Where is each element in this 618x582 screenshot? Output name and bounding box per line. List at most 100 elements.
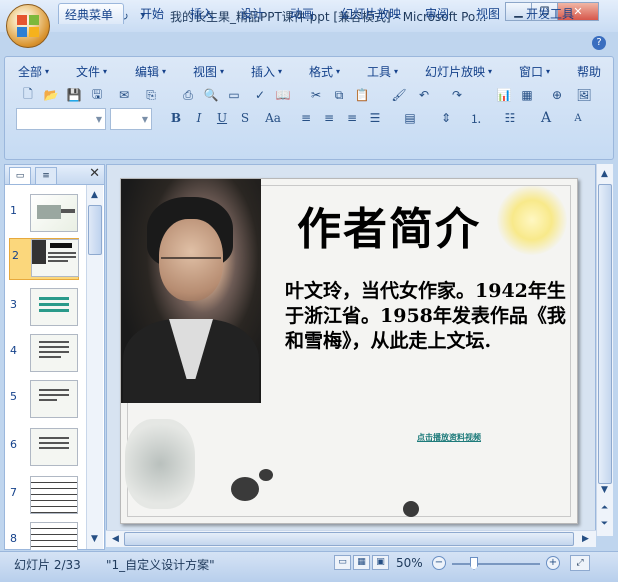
numbering-icon[interactable]: ⒈ (466, 108, 486, 128)
shadow-button[interactable]: S (235, 108, 255, 128)
office-button[interactable] (6, 4, 50, 48)
scroll-thumb[interactable] (598, 184, 612, 484)
scroll-down-icon[interactable]: ▼ (597, 482, 612, 497)
theme-name: "1_自定义设计方案" (106, 558, 215, 572)
line-spacing-icon[interactable]: ⇕ (436, 108, 456, 128)
redo-icon[interactable]: ↷ (447, 85, 467, 105)
change-case-button[interactable]: Aa (260, 108, 286, 128)
slideshow-view-icon[interactable]: ▣ (372, 555, 389, 570)
slides-tab[interactable]: ▭ (9, 167, 31, 184)
insert-table-icon[interactable]: ▦ (517, 85, 537, 105)
play-video-link[interactable]: 点击播放资料视频 (417, 432, 481, 443)
insert-chart-icon[interactable]: 📊 (494, 85, 514, 105)
tab-animation[interactable]: 动画 (284, 3, 320, 24)
undo-icon[interactable]: ↶ (414, 85, 434, 105)
zoom-out-button[interactable]: − (432, 556, 446, 570)
font-name-combo[interactable]: ▼ (16, 108, 106, 130)
underline-button[interactable]: U (212, 108, 232, 128)
outline-tab[interactable]: ≡ (35, 167, 57, 184)
print-preview-icon[interactable]: 🔍 (201, 85, 221, 105)
slide-thumbnail[interactable]: 6 (6, 428, 94, 468)
research-icon[interactable]: 📖 (273, 85, 293, 105)
bold-button[interactable]: B (166, 108, 186, 128)
menu-edit[interactable]: 编辑 ▾ (135, 62, 166, 80)
print-icon[interactable]: ⎙ (178, 85, 198, 105)
slide-thumbnail[interactable]: 7 (6, 476, 94, 516)
justify-icon[interactable]: ☰ (365, 108, 385, 128)
menu-all[interactable]: 全部 ▾ (18, 62, 49, 80)
email-icon[interactable]: ✉ (114, 85, 134, 105)
tab-insert[interactable]: 插入 (184, 3, 220, 24)
slide-thumbnail[interactable]: 8 (6, 522, 94, 550)
menu-format[interactable]: 格式 ▾ (309, 62, 340, 80)
shrink-font-button[interactable]: A (568, 108, 588, 128)
menu-slideshow[interactable]: 幻灯片放映 ▾ (425, 62, 492, 80)
zoom-level[interactable]: 50% (396, 556, 423, 570)
previous-slide-icon[interactable]: ⏶ (597, 500, 612, 515)
tab-review[interactable]: 审阅 (419, 3, 455, 24)
menu-help[interactable]: 帮助 (577, 62, 601, 80)
thumbnail-image (30, 194, 78, 232)
copy-icon[interactable]: ⧉ (329, 85, 349, 105)
status-bar (0, 551, 618, 582)
grow-font-button[interactable]: A (536, 108, 556, 128)
tab-design[interactable]: 设计 (234, 3, 270, 24)
open-folder-icon[interactable]: 📂 (41, 85, 61, 105)
tab-slideshow[interactable]: 幻灯片放映 (335, 3, 407, 24)
menu-insert[interactable]: 插入 ▾ (251, 62, 282, 80)
align-right-icon[interactable]: ≡ (342, 108, 362, 128)
scroll-left-icon[interactable]: ◀ (108, 531, 123, 546)
zoom-in-button[interactable]: + (546, 556, 560, 570)
menu-view[interactable]: 视图 ▾ (193, 62, 224, 80)
menu-tools[interactable]: 工具 ▾ (367, 62, 398, 80)
close-pane-icon[interactable]: ✕ (89, 166, 100, 181)
slide-number: 8 (10, 532, 17, 545)
tab-developer[interactable]: 开发工具 (520, 3, 580, 24)
ink-blot-decoration (231, 477, 259, 501)
zoom-slider-track[interactable] (452, 563, 540, 565)
scroll-right-icon[interactable]: ▶ (578, 531, 593, 546)
scroll-thumb[interactable] (124, 532, 574, 546)
slide-title[interactable]: 作者简介 (297, 193, 481, 257)
new-document-icon[interactable]: 🗋 (18, 85, 38, 105)
cut-icon[interactable]: ✂ (306, 85, 326, 105)
slide-body-text[interactable]: 叶文玲，当代女作家。1942年生于浙江省。1958年发表作品《我和雪梅》，从此走… (285, 279, 571, 354)
format-painter-icon[interactable]: 🖌 (389, 85, 409, 105)
tab-view[interactable]: 视图 (470, 3, 506, 24)
slide-thumbnail-selected[interactable]: 2 (9, 238, 79, 280)
vertical-scrollbar[interactable]: ▲ ▼ ⏶ ⏷ (596, 164, 613, 536)
hyperlink-icon[interactable]: ⊕ (547, 85, 567, 105)
align-center-icon[interactable]: ≡ (319, 108, 339, 128)
horizontal-scrollbar[interactable]: ◀ ▶ (106, 530, 596, 547)
publish-icon[interactable]: ⎘ (141, 85, 161, 105)
tab-classic-menu[interactable]: 经典菜单 (58, 3, 124, 24)
slide-view-icon[interactable]: ▭ (224, 85, 244, 105)
insert-picture-icon[interactable]: 🖼 (574, 85, 594, 105)
italic-button[interactable]: I (189, 108, 209, 128)
spelling-icon[interactable]: ✓ (250, 85, 270, 105)
menu-window[interactable]: 窗口 ▾ (519, 62, 550, 80)
columns-icon[interactable]: ▤ (400, 108, 420, 128)
next-slide-icon[interactable]: ⏷ (597, 516, 612, 531)
fit-to-window-icon[interactable]: ⤢ (570, 555, 590, 571)
slide-thumbnail[interactable]: 5 (6, 380, 94, 420)
chevron-down-icon: ▾ (45, 66, 50, 76)
help-icon[interactable]: ? (592, 36, 606, 50)
save-icon[interactable]: 💾 (64, 85, 84, 105)
permission-icon[interactable]: 🖫 (87, 85, 107, 105)
slide-thumbnail[interactable]: 1 (6, 194, 94, 234)
ink-blot-decoration (403, 501, 419, 517)
font-size-combo[interactable]: ▼ (110, 108, 152, 130)
photo-glasses (161, 257, 221, 271)
tab-home[interactable]: 开始 (134, 3, 170, 24)
slide-canvas[interactable]: 作者简介 叶文玲，当代女作家。1942年生于浙江省。1958年发表作品《我和雪梅… (120, 178, 578, 524)
align-left-icon[interactable]: ≡ (296, 108, 316, 128)
scroll-up-icon[interactable]: ▲ (597, 166, 612, 181)
menu-file[interactable]: 文件 ▾ (76, 62, 107, 80)
normal-view-icon[interactable]: ▭ (334, 555, 351, 570)
paste-icon[interactable]: 📋 (352, 85, 372, 105)
slide-thumbnail[interactable]: 4 (6, 334, 94, 374)
slide-sorter-icon[interactable]: ▦ (353, 555, 370, 570)
bullets-icon[interactable]: ☷ (500, 108, 520, 128)
slide-thumbnail[interactable]: 3 (6, 288, 94, 328)
